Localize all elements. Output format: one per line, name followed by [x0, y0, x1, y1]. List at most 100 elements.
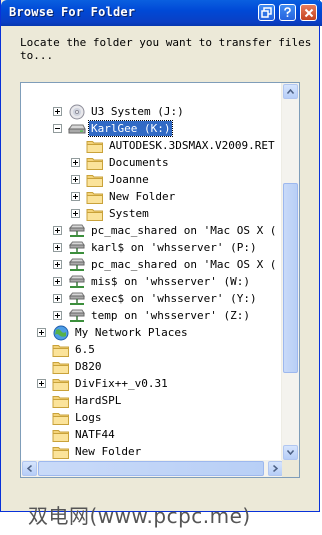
network-drive-icon	[68, 291, 86, 307]
network-drive-icon	[68, 240, 86, 256]
folder-tree[interactable]: U3 System (J:) KarlGee (K:) AUTODESK.3DSMA…	[20, 82, 300, 478]
folder-icon	[86, 138, 104, 154]
tree-item-label: 6.5	[75, 343, 95, 356]
help-button[interactable]	[279, 4, 296, 21]
tree-item-label: KarlGee (K:)	[87, 120, 174, 137]
scroll-up-button[interactable]	[283, 84, 298, 99]
tree-item[interactable]: pc_mac_shared on 'Mac OS X (	[53, 256, 278, 273]
expand-icon[interactable]	[53, 311, 62, 320]
folder-icon	[86, 155, 104, 171]
arrow-down-icon	[287, 450, 294, 455]
watermark-text: 双电网(www.pcpc.me)	[28, 504, 251, 528]
tree-item[interactable]: mis$ on 'whsserver' (W:)	[53, 273, 252, 290]
restore-icon	[261, 7, 272, 18]
scroll-right-button[interactable]	[268, 461, 283, 476]
tree-item[interactable]: Joanne	[71, 171, 151, 188]
close-icon	[304, 8, 313, 17]
vertical-scroll-thumb[interactable]	[283, 183, 298, 373]
tree-item-label: karl$ on 'whsserver' (P:)	[91, 241, 257, 254]
tree-item[interactable]: New Folder	[37, 443, 143, 460]
folder-icon	[86, 206, 104, 222]
arrow-left-icon	[27, 465, 32, 472]
tree-item[interactable]: pc_mac_shared on 'Mac OS X (	[53, 222, 278, 239]
tree-item-label: My Network Places	[75, 326, 188, 339]
folder-icon	[86, 189, 104, 205]
dialog-body: Locate the folder you want to transfer f…	[4, 26, 318, 509]
tree-item-label: NATF44	[75, 428, 115, 441]
tree-item[interactable]: HardSPL	[37, 392, 123, 409]
folder-icon	[52, 410, 70, 426]
network-places-icon	[52, 325, 70, 341]
expand-icon[interactable]	[53, 226, 62, 235]
restore-button[interactable]	[258, 4, 275, 21]
tree-item[interactable]: temp on 'whsserver' (Z:)	[53, 307, 252, 324]
browse-for-folder-dialog: Browse For Folder Locate the folder you …	[0, 0, 322, 512]
scroll-corner	[282, 460, 299, 477]
tree-item[interactable]: NATF44	[37, 426, 117, 443]
network-drive-icon	[68, 257, 86, 273]
tree-item-label: U3 System (J:)	[91, 105, 184, 118]
network-drive-icon	[68, 223, 86, 239]
tree-item[interactable]: karl$ on 'whsserver' (P:)	[53, 239, 259, 256]
hard-drive-icon	[68, 121, 86, 137]
tree-item-label: New Folder	[75, 445, 142, 458]
tree-item-label: HardSPL	[75, 394, 122, 407]
vertical-scrollbar[interactable]	[281, 83, 299, 461]
arrow-up-icon	[287, 89, 294, 94]
expand-icon[interactable]	[53, 107, 62, 116]
prompt-text: Locate the folder you want to transfer f…	[20, 36, 312, 62]
tree-item[interactable]: exec$ on 'whsserver' (Y:)	[53, 290, 259, 307]
horizontal-scrollbar[interactable]	[21, 460, 284, 477]
tree-item-label: New Folder	[109, 190, 176, 203]
tree-item[interactable]: AUTODESK.3DSMAX.V2009.RET	[71, 137, 277, 154]
folder-icon	[52, 342, 70, 358]
expand-icon[interactable]	[71, 175, 80, 184]
expand-icon[interactable]	[37, 328, 46, 337]
folder-icon	[52, 376, 70, 392]
expand-icon[interactable]	[53, 260, 62, 269]
folder-icon	[52, 393, 70, 409]
horizontal-scroll-thumb[interactable]	[38, 461, 264, 476]
title-bar[interactable]: Browse For Folder	[1, 0, 322, 26]
tree-item[interactable]: Logs	[37, 409, 104, 426]
window-title: Browse For Folder	[9, 5, 136, 19]
folder-icon	[86, 172, 104, 188]
tree-item[interactable]: System	[71, 205, 151, 222]
network-drive-icon	[68, 274, 86, 290]
tree-item-label: Logs	[75, 411, 102, 424]
help-icon	[284, 7, 291, 17]
expand-icon[interactable]	[71, 209, 80, 218]
expand-icon[interactable]	[53, 277, 62, 286]
scroll-left-button[interactable]	[22, 461, 37, 476]
expand-icon[interactable]	[71, 192, 80, 201]
tree-item[interactable]: D820	[37, 358, 104, 375]
tree-item-label: DivFix++_v0.31	[75, 377, 168, 390]
tree-item-label: temp on 'whsserver' (Z:)	[91, 309, 250, 322]
tree-item[interactable]: New Folder	[71, 188, 177, 205]
tree-item-label: pc_mac_shared on 'Mac OS X (	[91, 224, 277, 237]
scroll-down-button[interactable]	[283, 445, 298, 460]
tree-item-label: Documents	[109, 156, 169, 169]
cd-drive-icon	[68, 104, 86, 120]
arrow-right-icon	[273, 465, 278, 472]
tree-item[interactable]: DivFix++_v0.31	[37, 375, 170, 392]
tree-item-label: System	[109, 207, 149, 220]
tree-item-label: pc_mac_shared on 'Mac OS X (	[91, 258, 277, 271]
folder-tree-items: U3 System (J:) KarlGee (K:) AUTODESK.3DSMA…	[21, 83, 284, 461]
collapse-icon[interactable]	[53, 124, 62, 133]
tree-item-label: D820	[75, 360, 102, 373]
tree-item[interactable]: KarlGee (K:)	[53, 120, 174, 137]
tree-item[interactable]: U3 System (J:)	[53, 103, 186, 120]
expand-icon[interactable]	[53, 294, 62, 303]
expand-icon[interactable]	[53, 243, 62, 252]
tree-item[interactable]: Documents	[71, 154, 171, 171]
tree-item-label: Joanne	[109, 173, 149, 186]
expand-icon[interactable]	[37, 379, 46, 388]
expand-icon[interactable]	[71, 158, 80, 167]
tree-item[interactable]: My Network Places	[37, 324, 190, 341]
folder-icon	[52, 359, 70, 375]
network-drive-icon	[68, 308, 86, 324]
tree-item[interactable]: 6.5	[37, 341, 97, 358]
folder-icon	[52, 444, 70, 460]
close-button[interactable]	[300, 4, 317, 21]
